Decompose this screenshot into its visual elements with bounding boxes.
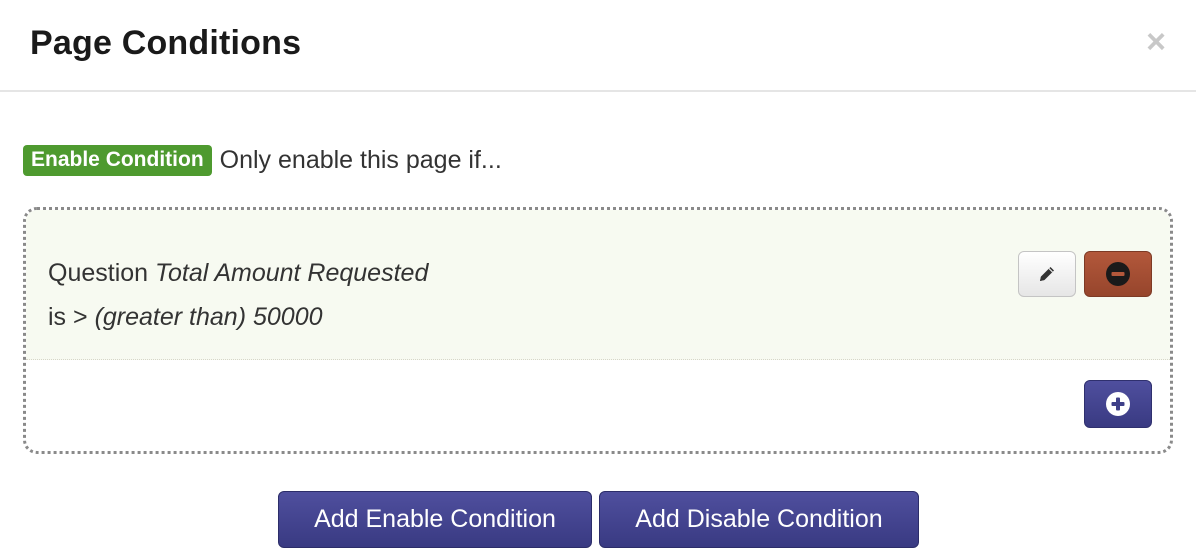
condition-group: Question Total Amount Requested is > (gr…: [23, 207, 1173, 454]
condition-operator-desc: (greater than): [94, 303, 247, 331]
add-enable-condition-button[interactable]: Add Enable Condition: [278, 491, 592, 548]
condition-operator: is >: [48, 303, 88, 331]
condition-row: Question Total Amount Requested is > (gr…: [26, 210, 1170, 360]
condition-question-line: Question Total Amount Requested: [48, 259, 428, 288]
page-conditions-modal: Page Conditions × Enable Condition Only …: [0, 0, 1196, 558]
condition-question-name: Total Amount Requested: [155, 259, 429, 287]
condition-value: 50000: [252, 303, 323, 331]
condition-prefix: Question: [48, 259, 149, 287]
condition-operator-line: is > (greater than) 50000: [48, 303, 323, 332]
intro-text: Only enable this page if...: [219, 145, 502, 174]
modal-title: Page Conditions: [30, 24, 302, 62]
pencil-icon: [1040, 267, 1054, 281]
add-disable-condition-button[interactable]: Add Disable Condition: [599, 491, 919, 548]
enable-condition-badge: Enable Condition: [23, 144, 212, 176]
add-condition-button[interactable]: [1084, 380, 1152, 428]
condition-intro: Enable Condition Only enable this page i…: [23, 144, 502, 176]
remove-condition-button[interactable]: [1084, 251, 1152, 297]
plus-circle-icon: [1106, 392, 1130, 416]
close-icon[interactable]: ×: [1142, 24, 1170, 60]
modal-header: Page Conditions ×: [0, 0, 1196, 92]
minus-circle-icon: [1106, 262, 1130, 286]
edit-condition-button[interactable]: [1018, 251, 1076, 297]
